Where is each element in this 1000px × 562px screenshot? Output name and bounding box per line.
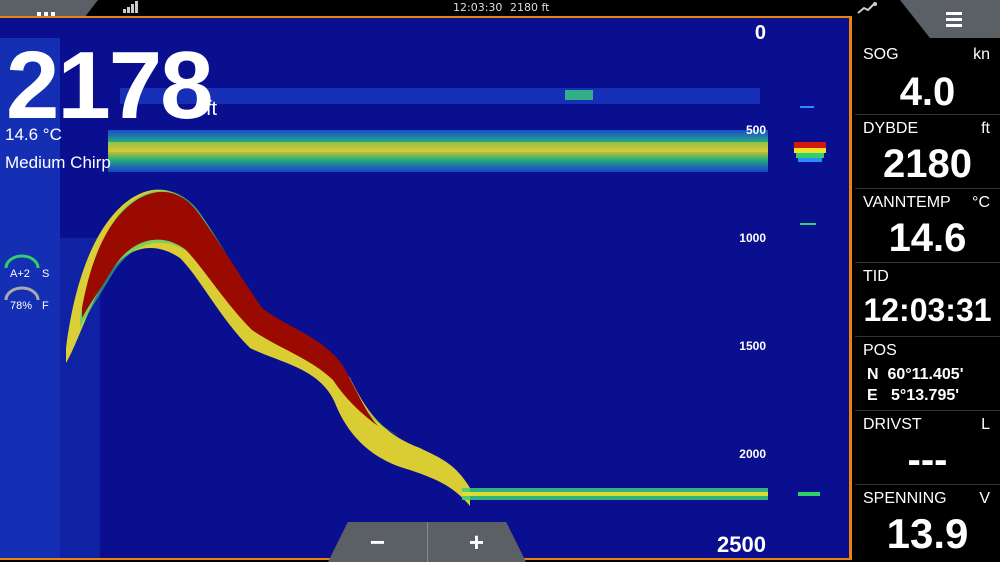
time-cell[interactable]: TID 12:03:31 [855, 262, 1000, 337]
scale-1500: 1500 [739, 339, 766, 353]
data-panel: SOG kn 4.0 DYBDE ft 2180 VANNTEMP °C 14.… [855, 40, 1000, 562]
sog-unit: kn [973, 46, 990, 63]
pos-lat: N 60°11.405' [867, 366, 964, 383]
time-label: TID [863, 268, 889, 285]
fuel-value: --- [907, 438, 948, 482]
gain-arc-icon [4, 254, 40, 268]
status-depth: 2180 ft [510, 1, 550, 14]
status-time: 12:03:30 [453, 1, 503, 14]
fuel-label: DRIVST [863, 416, 922, 433]
voltage-cell[interactable]: SPENNING V 13.9 [855, 484, 1000, 562]
fuel-unit: L [981, 416, 990, 433]
water-temp-cell[interactable]: VANNTEMP °C 14.6 [855, 188, 1000, 263]
scale-2000: 2000 [739, 447, 766, 461]
sonar-mode: Medium Chirp [5, 153, 111, 172]
pos-label: POS [863, 342, 897, 359]
satellite-icon [856, 1, 878, 18]
temp-unit: °C [972, 194, 990, 211]
sog-cell[interactable]: SOG kn 4.0 [855, 40, 1000, 115]
volt-unit: V [979, 490, 990, 507]
scale-500: 500 [745, 123, 766, 137]
position-cell[interactable]: POS N 60°11.405' E 5°13.795' [855, 336, 1000, 411]
sonar-view[interactable]: 2178 ft 14.6 °C Medium Chirp 0 500 1000 … [0, 16, 852, 560]
fuel-cell[interactable]: DRIVST L --- [855, 410, 1000, 485]
depth-unit-label: ft [981, 120, 990, 137]
sog-label: SOG [863, 46, 899, 63]
signal-icon [123, 1, 141, 16]
depth-label: DYBDE [863, 120, 919, 137]
sog-value: 4.0 [899, 70, 956, 114]
color-arc-icon [4, 286, 40, 300]
depth-cell[interactable]: DYBDE ft 2180 [855, 114, 1000, 189]
hamburger-icon [946, 12, 962, 27]
temp-value: 14.6 [888, 216, 967, 260]
temp-label: VANNTEMP [863, 194, 951, 211]
status-bar: 12:03:30 2180 ft [0, 0, 1000, 16]
color-label: 78% [10, 300, 33, 312]
range-bottom: 2500 [717, 532, 766, 557]
pos-lon: E 5°13.795' [867, 387, 960, 404]
depth-value: 2180 [883, 142, 972, 186]
scale-1000: 1000 [739, 231, 766, 245]
gain-marker: S [42, 268, 50, 280]
volt-label: SPENNING [863, 490, 947, 507]
menu-button[interactable] [900, 0, 1000, 38]
time-value: 12:03:31 [863, 292, 992, 328]
color-marker: F [42, 300, 49, 312]
depth-readout: 2178 [6, 32, 214, 139]
zoom-controls: − + [328, 522, 526, 562]
gain-label: A+2 [10, 268, 30, 280]
depth-unit: ft [206, 98, 218, 120]
range-top: 0 [754, 22, 766, 44]
volt-value: 13.9 [886, 510, 969, 557]
water-temp: 14.6 °C [5, 125, 62, 144]
